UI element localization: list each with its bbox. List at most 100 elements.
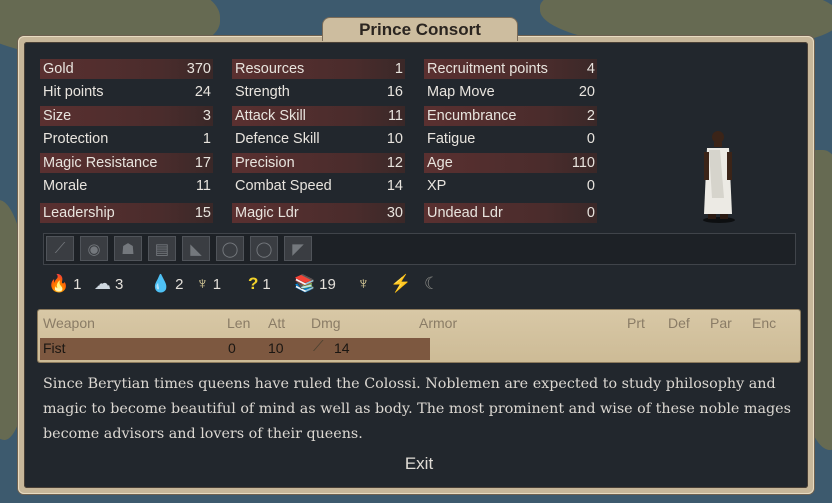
ability-recuperation[interactable]: ☾ <box>424 272 439 296</box>
stat-label: Age <box>427 155 453 171</box>
stat-value: 0 <box>586 178 595 194</box>
magic-path-astral: ♆ 1 <box>196 272 221 296</box>
stat-size[interactable]: Size 3 <box>40 106 213 126</box>
research-icon: 📚 <box>294 274 316 293</box>
enc-header: Enc <box>752 315 777 331</box>
prt-header: Prt <box>627 315 645 331</box>
stat-value: 16 <box>386 84 403 100</box>
stat-value: 15 <box>194 205 211 221</box>
stat-defence-skill[interactable]: Defence Skill 10 <box>232 129 405 149</box>
stat-label: Attack Skill <box>235 108 306 124</box>
research-value: 19 <box>319 275 336 293</box>
magic-path-air: ☁ 3 <box>94 272 123 296</box>
stat-label: Strength <box>235 84 290 100</box>
stat-magic-ldr[interactable]: Magic Ldr 30 <box>232 203 405 223</box>
ability-sacred[interactable]: ♆ <box>357 272 370 296</box>
armor-header: Armor <box>419 315 458 331</box>
ability-spirit-sight[interactable]: ⚡ <box>390 272 411 296</box>
research-points: 📚 19 <box>294 272 336 296</box>
stat-label: Undead Ldr <box>427 205 503 221</box>
stat-label: Defence Skill <box>235 131 320 147</box>
exit-button[interactable]: Exit <box>393 452 445 476</box>
stat-value: 11 <box>387 108 403 124</box>
len-header: Len <box>227 315 251 331</box>
stat-label: Encumbrance <box>427 108 517 124</box>
stat-value: 11 <box>195 178 211 194</box>
stat-strength[interactable]: Strength 16 <box>232 82 405 102</box>
ring-slot-2-icon[interactable]: ◯ <box>250 236 278 261</box>
stat-encumbrance[interactable]: Encumbrance 2 <box>424 106 597 126</box>
stat-value: 1 <box>202 131 211 147</box>
stat-label: Leadership <box>43 205 115 221</box>
weapon-att: 10 <box>268 340 284 356</box>
air-icon: ☁ <box>94 274 111 293</box>
air-value: 3 <box>115 275 124 293</box>
stat-leadership[interactable]: Leadership 15 <box>40 203 213 223</box>
shield-slot-icon[interactable]: ◉ <box>80 236 108 261</box>
ring-slot-icon[interactable]: ◯ <box>216 236 244 261</box>
stat-value: 370 <box>186 61 211 77</box>
stat-label: Protection <box>43 131 109 147</box>
stat-value: 3 <box>202 108 211 124</box>
stat-value: 14 <box>386 178 403 194</box>
magic-path-random: ? 1 <box>248 272 271 296</box>
water-icon: 💧 <box>150 274 172 293</box>
unit-portrait <box>703 131 735 223</box>
magic-path-water: 💧 2 <box>150 272 184 296</box>
stat-value: 20 <box>578 84 595 100</box>
stat-resources[interactable]: Resources 1 <box>232 59 405 79</box>
stat-value: 110 <box>571 155 595 171</box>
stat-label: Resources <box>235 61 305 77</box>
sacred-icon: ♆ <box>357 274 370 293</box>
stat-fatigue[interactable]: Fatigue 0 <box>424 129 597 149</box>
astral-value: 1 <box>212 275 222 293</box>
stat-gold[interactable]: Gold 370 <box>40 59 213 79</box>
stat-xp[interactable]: XP 0 <box>424 176 597 196</box>
fire-value: 1 <box>73 275 82 293</box>
stat-value: 4 <box>586 61 595 77</box>
stat-value: 12 <box>386 155 403 171</box>
stat-label: Fatigue <box>427 131 476 147</box>
def-header: Def <box>668 315 690 331</box>
fire-icon: 🔥 <box>48 274 70 293</box>
astral-icon: ♆ <box>196 274 209 293</box>
weapon-header: Weapon <box>43 315 95 331</box>
unit-description: Since Berytian times queens have ruled t… <box>43 376 791 442</box>
stat-label: Recruitment points <box>427 61 548 77</box>
stat-label: Magic Resistance <box>43 155 158 171</box>
weapon-table: Weapon Len Att Dmg Armor Prt Def Par Enc… <box>38 310 800 362</box>
att-header: Att <box>268 315 286 331</box>
weapon-len: 0 <box>228 340 236 356</box>
stat-value: 24 <box>194 84 211 100</box>
helmet-slot-icon[interactable]: ☗ <box>114 236 142 261</box>
stat-protection[interactable]: Protection 1 <box>40 129 213 149</box>
stat-undead-ldr[interactable]: Undead Ldr 0 <box>424 203 597 223</box>
boots-slot-icon[interactable]: ◣ <box>182 236 210 261</box>
stat-morale[interactable]: Morale 11 <box>40 176 213 196</box>
stat-label: XP <box>427 178 447 194</box>
stat-value: 0 <box>586 205 595 221</box>
stat-value: 1 <box>394 61 403 77</box>
damage-type-icon: ⟋ <box>313 338 324 355</box>
stat-label: Size <box>43 108 72 124</box>
armor-slot-icon[interactable]: ▤ <box>148 236 176 261</box>
stat-combat-speed[interactable]: Combat Speed 14 <box>232 176 405 196</box>
stat-precision[interactable]: Precision 12 <box>232 153 405 173</box>
stat-value: 0 <box>586 131 595 147</box>
misc-slot-icon[interactable]: ◤ <box>284 236 312 261</box>
stat-map-move[interactable]: Map Move 20 <box>424 82 597 102</box>
weapon-dmg: 14 <box>334 340 350 356</box>
stat-hit-points[interactable]: Hit points 24 <box>40 82 213 102</box>
stat-attack-skill[interactable]: Attack Skill 11 <box>232 106 405 126</box>
stat-label: Magic Ldr <box>235 205 299 221</box>
stat-value: 10 <box>386 131 403 147</box>
stat-magic-resistance[interactable]: Magic Resistance 17 <box>40 153 213 173</box>
stat-value: 17 <box>194 155 211 171</box>
stat-label: Combat Speed <box>235 178 332 194</box>
stat-label: Map Move <box>427 84 495 100</box>
weapon-slot-icon[interactable]: ⟋ <box>46 236 74 261</box>
weapon-name: Fist <box>43 340 66 356</box>
stat-recruitment-points[interactable]: Recruitment points 4 <box>424 59 597 79</box>
dmg-header: Dmg <box>311 315 341 331</box>
stat-age[interactable]: Age 110 <box>424 153 597 173</box>
